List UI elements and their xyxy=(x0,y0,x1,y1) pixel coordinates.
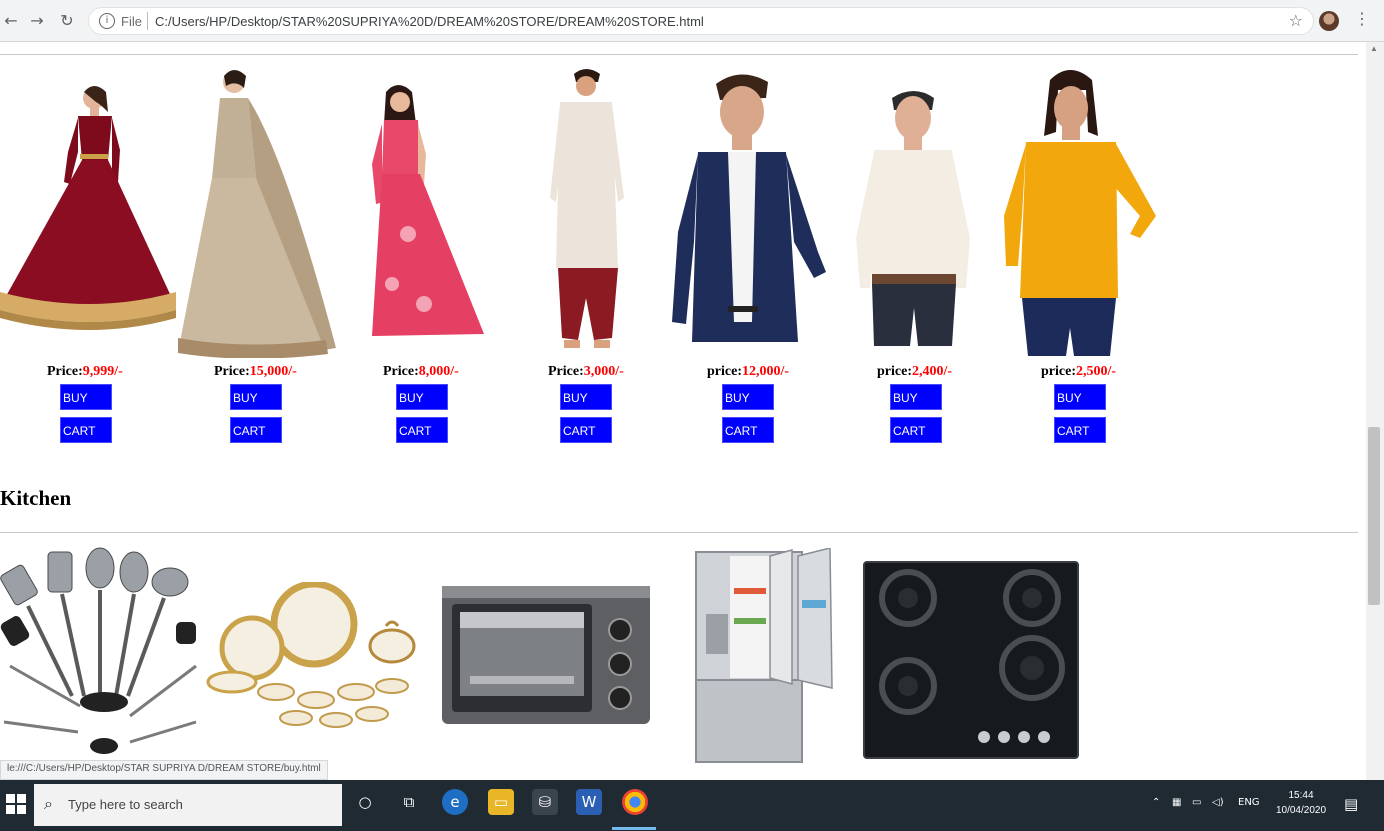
product-price: Price:3,000/- xyxy=(548,364,624,379)
buy-button[interactable]: BUY xyxy=(890,384,942,410)
forward-icon[interactable]: → xyxy=(26,10,48,32)
product-image-kurta-dhoti[interactable] xyxy=(546,68,632,358)
clock-time: 15:44 xyxy=(1288,790,1314,801)
file-explorer-icon[interactable]: ▭ xyxy=(488,789,514,815)
cart-button[interactable]: CART xyxy=(1054,417,1106,443)
active-app-indicator xyxy=(612,827,656,830)
search-icon: ⌕ xyxy=(44,794,53,813)
buy-button[interactable]: BUY xyxy=(560,384,612,410)
buy-button[interactable]: BUY xyxy=(396,384,448,410)
chrome-icon[interactable] xyxy=(622,789,648,815)
product-price: price:2,400/- xyxy=(877,364,953,379)
store-page: Price:9,999/- BUY CART Price:15,000/- BU… xyxy=(0,42,1366,780)
divider-top xyxy=(0,54,1358,55)
taskbar-clock[interactable]: 15:44 10/04/2020 xyxy=(1266,788,1336,818)
clock-date: 10/04/2020 xyxy=(1275,805,1327,816)
cortana-icon[interactable]: ○ xyxy=(352,789,378,815)
page-scrollbar[interactable]: ▲ xyxy=(1366,42,1384,780)
edge-browser-icon[interactable]: e xyxy=(442,789,468,815)
product-price: price:2,500/- xyxy=(1041,364,1117,379)
product-image-mustard-top[interactable] xyxy=(1000,66,1162,358)
status-url: le:///C:/Users/HP/Desktop/STAR SUPRIYA D… xyxy=(0,760,328,780)
product-image-checked-shirt[interactable] xyxy=(852,88,972,350)
product-price: price:12,000/- xyxy=(707,364,790,379)
language-indicator[interactable]: ENG xyxy=(1238,797,1260,808)
divider xyxy=(147,12,148,30)
buy-button[interactable]: BUY xyxy=(60,384,112,410)
cart-button[interactable]: CART xyxy=(560,417,612,443)
info-icon[interactable]: i xyxy=(99,13,115,29)
product-image-maroon-lehenga[interactable] xyxy=(0,82,176,360)
store-icon[interactable]: ⛁ xyxy=(532,789,558,815)
product-price: Price:8,000/- xyxy=(383,364,459,379)
cart-button[interactable]: CART xyxy=(890,417,942,443)
tray-chevron-icon[interactable]: ⌃ xyxy=(1152,797,1160,808)
bookmark-star-icon[interactable]: ☆ xyxy=(1289,11,1303,30)
product-price: Price:15,000/- xyxy=(214,364,297,379)
divider-kitchen xyxy=(0,532,1358,533)
cart-button[interactable]: CART xyxy=(722,417,774,443)
section-title-kitchen: Kitchen xyxy=(0,486,72,510)
reload-icon[interactable]: ↻ xyxy=(56,10,78,32)
cart-button[interactable]: CART xyxy=(230,417,282,443)
product-image-utensil-set[interactable] xyxy=(0,546,204,758)
search-placeholder: Type here to search xyxy=(68,797,183,812)
buy-button[interactable]: BUY xyxy=(1054,384,1106,410)
product-image-oven[interactable] xyxy=(440,580,652,728)
buy-button[interactable]: BUY xyxy=(722,384,774,410)
taskbar-search-box[interactable]: ⌕ Type here to search xyxy=(34,784,342,826)
menu-dots-icon[interactable]: ⋮ xyxy=(1354,9,1370,28)
back-icon[interactable]: ← xyxy=(0,10,22,32)
cart-button[interactable]: CART xyxy=(60,417,112,443)
scroll-thumb[interactable] xyxy=(1368,427,1380,605)
browser-toolbar: ← → ↻ i File C:/Users/HP/Desktop/STAR%20… xyxy=(0,0,1384,42)
volume-icon[interactable]: ◁) xyxy=(1212,797,1224,808)
url-text[interactable]: C:/Users/HP/Desktop/STAR%20SUPRIYA%20D/D… xyxy=(155,14,704,29)
product-image-beige-gown[interactable] xyxy=(176,68,338,358)
address-bar[interactable]: i File C:/Users/HP/Desktop/STAR%20SUPRIY… xyxy=(88,7,1314,35)
scroll-up-icon[interactable]: ▲ xyxy=(1370,44,1378,53)
task-view-icon[interactable]: ⧉ xyxy=(396,789,422,815)
windows-start-icon[interactable] xyxy=(6,794,26,814)
product-image-navy-blazer[interactable] xyxy=(668,72,830,352)
battery-icon[interactable]: ▭ xyxy=(1192,797,1201,808)
product-price: Price:9,999/- xyxy=(47,364,123,379)
product-image-refrigerator[interactable] xyxy=(694,548,836,766)
windows-taskbar: ⌕ Type here to search ○ ⧉ e ▭ ⛁ W ⌃ ▦ ▭ … xyxy=(0,780,1384,831)
product-image-dinner-set[interactable] xyxy=(206,582,434,732)
product-image-gas-hob[interactable] xyxy=(862,560,1080,760)
word-icon[interactable]: W xyxy=(576,789,602,815)
profile-avatar[interactable] xyxy=(1319,11,1339,31)
url-scheme: File xyxy=(121,14,142,29)
buy-button[interactable]: BUY xyxy=(230,384,282,410)
product-image-pink-saree[interactable] xyxy=(364,84,486,340)
cart-button[interactable]: CART xyxy=(396,417,448,443)
notification-icon[interactable]: ▤ xyxy=(1344,795,1358,813)
network-icon[interactable]: ▦ xyxy=(1172,797,1181,808)
